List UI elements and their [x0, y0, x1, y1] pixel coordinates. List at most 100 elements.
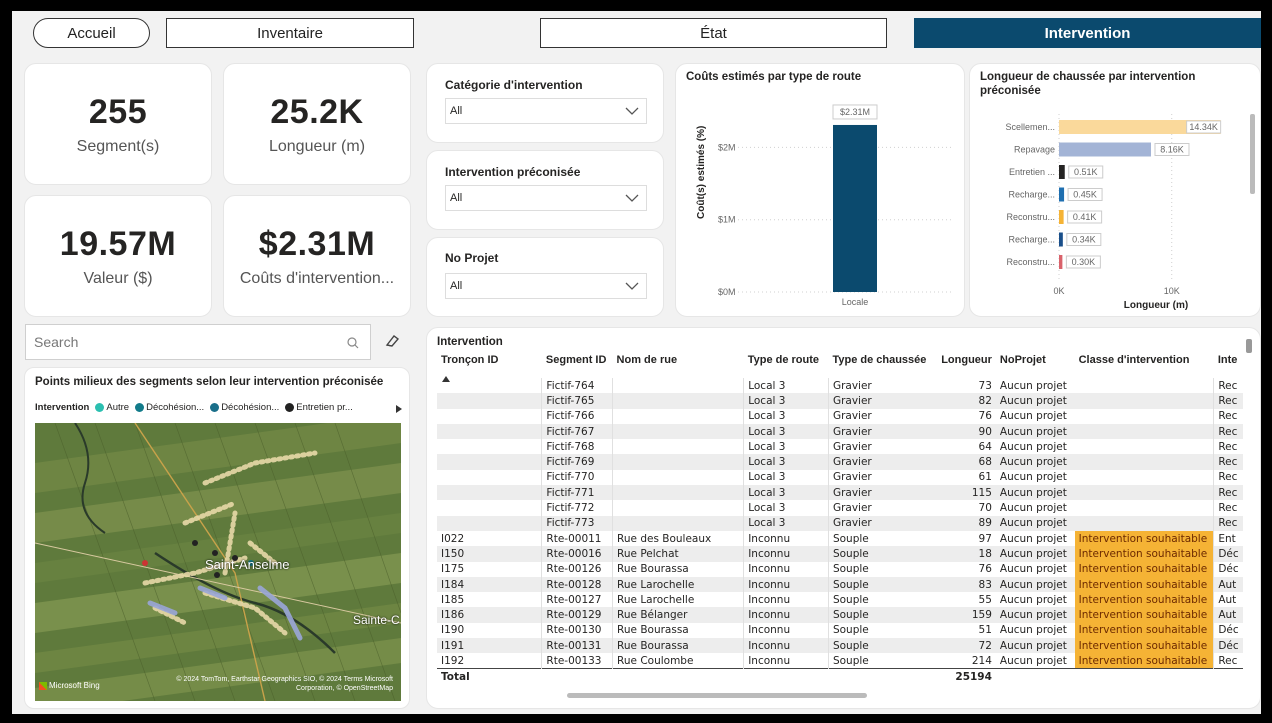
table-cell [612, 668, 744, 685]
table-cell: I190 [441, 624, 465, 637]
nav-home-button[interactable]: Accueil [33, 18, 150, 48]
table-cell: 83 [933, 576, 996, 593]
column-header[interactable]: Tronçon ID [437, 350, 542, 378]
table-cell: Rue Bourassa [612, 561, 744, 577]
table-cell: Aucun projet [999, 654, 1067, 667]
map-place-label: Sainte-C [353, 613, 400, 627]
column-header[interactable]: NoProjet [996, 350, 1075, 378]
data-label: 0.34K [1072, 235, 1096, 245]
table-row[interactable]: Fictif-767 Local 3 Gravier 90 Aucun projet Re… [437, 423, 1243, 440]
bar [1059, 142, 1151, 157]
table-row[interactable]: Fictif-772 Local 3 Gravier 70 Aucun projet Re… [437, 500, 1243, 516]
table-cell: Souple [827, 653, 934, 669]
report-canvas: Accueil Inventaire État Intervention 255… [12, 11, 1261, 714]
table-cell: Gravier [827, 378, 934, 394]
table-row[interactable]: I150 Rte-00016 Rue Pelchat Inconnu Souple 18 A… [437, 546, 1243, 562]
table-cell [437, 500, 542, 515]
data-label: 0.41K [1073, 212, 1097, 222]
nav-inventory-button[interactable]: Inventaire [166, 18, 414, 48]
y-tick-label: Scellemen... [1005, 122, 1055, 132]
vertical-scrollbar [1250, 114, 1255, 194]
table-row[interactable]: Fictif-769 Local 3 Gravier 68 Aucun projet Re… [437, 454, 1243, 470]
table-cell: Souple [827, 576, 934, 593]
nav-state-button[interactable]: État [540, 18, 887, 48]
slicer-recommended-dropdown[interactable]: All [445, 185, 647, 211]
column-header[interactable]: Type de route [744, 350, 829, 378]
column-resize-handle[interactable] [1246, 339, 1252, 353]
table-cell: Inconnu [743, 592, 829, 608]
search-icon[interactable] [346, 336, 360, 350]
table-row[interactable]: Fictif-773 Local 3 Gravier 89 Aucun projet Re… [437, 515, 1243, 531]
column-header[interactable]: Longueur [933, 350, 996, 378]
slicer-category: Catégorie d'intervention All [426, 63, 664, 143]
table-cell: 90 [933, 423, 996, 440]
data-label: 14.34K [1189, 122, 1218, 132]
table-cell: I185 [441, 593, 465, 606]
map-card: Points milieux des segments selon leur i… [24, 367, 410, 709]
column-header[interactable]: Type de chaussée [828, 350, 933, 378]
table-cell: Gravier [827, 515, 934, 531]
table-row[interactable]: I175 Rte-00126 Rue Bourassa Inconnu Souple 76… [437, 561, 1243, 577]
table-cell: 97 [978, 532, 992, 545]
table-cell: Aut [1213, 607, 1243, 623]
table-row[interactable]: Fictif-766 Local 3 Gravier 76 Aucun projet Re… [437, 408, 1243, 424]
table-row[interactable]: Fictif-765 Local 3 Gravier 82 Aucun projet Re… [437, 393, 1243, 409]
map-view[interactable]: Saint-Anselme Sainte-C Microsoft Bing © … [35, 423, 401, 701]
table-cell: Souple [827, 622, 934, 639]
bing-logo: Microsoft Bing [39, 681, 100, 690]
table-row[interactable]: I190 Rte-00130 Rue Bourassa Inconnu Souple 51… [437, 622, 1243, 639]
cost-chart-card: Coûts estimés par type de route $0M $1M $2… [675, 63, 965, 317]
table-row[interactable]: I186 Rte-00129 Rue Bélanger Inconnu Souple 15… [437, 607, 1243, 623]
horizontal-scrollbar[interactable] [567, 693, 867, 698]
table-row[interactable]: Fictif-771 Local 3 Gravier 115 Aucun projet R… [437, 485, 1243, 501]
search-input[interactable]: Search [25, 324, 371, 360]
map-title: Points milieux des segments selon leur i… [35, 376, 384, 388]
map-attribution: © 2024 TomTom, Earthstar Geographics SIO… [176, 676, 393, 692]
table-cell: I175 [441, 563, 465, 576]
table-cell: 76 [978, 410, 992, 423]
table-cell: 76 [978, 563, 992, 576]
table-cell: Souple [827, 530, 934, 547]
table-cell: 64 [978, 440, 992, 453]
table-header-row: Tronçon ID Segment ID Nom de rue Type de ro… [437, 350, 1243, 378]
legend-item[interactable]: Entretien pr... [285, 402, 353, 413]
table-row[interactable]: Fictif-770 Local 3 Gravier 61 Aucun projet Re… [437, 469, 1243, 486]
table-total-row: Total 25194 [437, 668, 1243, 685]
table-row[interactable]: I184 Rte-00128 Rue Larochelle Inconnu Souple… [437, 576, 1243, 593]
table-cell [1074, 668, 1214, 685]
table-cell: Fictif-764 [541, 378, 613, 394]
x-tick-label: 10K [1164, 286, 1180, 296]
legend-item[interactable]: Décohésion... [135, 402, 204, 413]
column-header[interactable]: Segment ID [542, 350, 613, 378]
column-header[interactable]: Classe d'intervention [1075, 350, 1214, 378]
table-cell: I186 [437, 607, 542, 623]
sort-ascending-icon[interactable] [442, 376, 450, 382]
table-cell: Fictif-766 [541, 408, 613, 424]
table-row[interactable]: I022 Rte-00011 Rue des Bouleaux Inconnu Soup… [437, 530, 1243, 547]
table-cell [612, 485, 744, 501]
table-cell: 55 [978, 593, 992, 606]
slicer-category-dropdown[interactable]: All [445, 98, 647, 124]
table-row[interactable]: I191 Rte-00131 Rue Bourassa Inconnu Souple 72… [437, 638, 1243, 654]
legend-next-icon[interactable] [395, 404, 403, 414]
column-header[interactable]: Inte [1214, 350, 1243, 378]
table-cell: Gravier [827, 469, 934, 486]
table-row[interactable]: Fictif-764 Local 3 Gravier 73 Aucun projet Re… [437, 378, 1243, 394]
table-cell: Fictif-767 [541, 423, 613, 440]
table-cell: Intervention souhaitable [1074, 546, 1214, 562]
table-cell [541, 668, 613, 685]
table-row[interactable]: Fictif-768 Local 3 Gravier 64 Aucun projet Re… [437, 439, 1243, 455]
table-row[interactable]: I192 Rte-00133 Rue Coulombe Inconnu Souple 21… [437, 653, 1243, 669]
slicer-project-dropdown[interactable]: All [445, 273, 647, 299]
eraser-icon[interactable] [384, 333, 400, 349]
table-row[interactable]: I185 Rte-00127 Rue Larochelle Inconnu Souple… [437, 592, 1243, 608]
table-cell [437, 409, 542, 424]
slicer-title: Catégorie d'intervention [445, 78, 583, 92]
legend-item[interactable]: Autre [95, 402, 129, 413]
y-tick-label: $2M [718, 142, 736, 152]
legend-item[interactable]: Décohésion... [210, 402, 279, 413]
table-cell: Inconnu [743, 576, 829, 593]
table-cell: Aucun projet [995, 515, 1075, 531]
column-header[interactable]: Nom de rue [613, 350, 744, 378]
nav-intervention-button[interactable]: Intervention [914, 18, 1261, 48]
